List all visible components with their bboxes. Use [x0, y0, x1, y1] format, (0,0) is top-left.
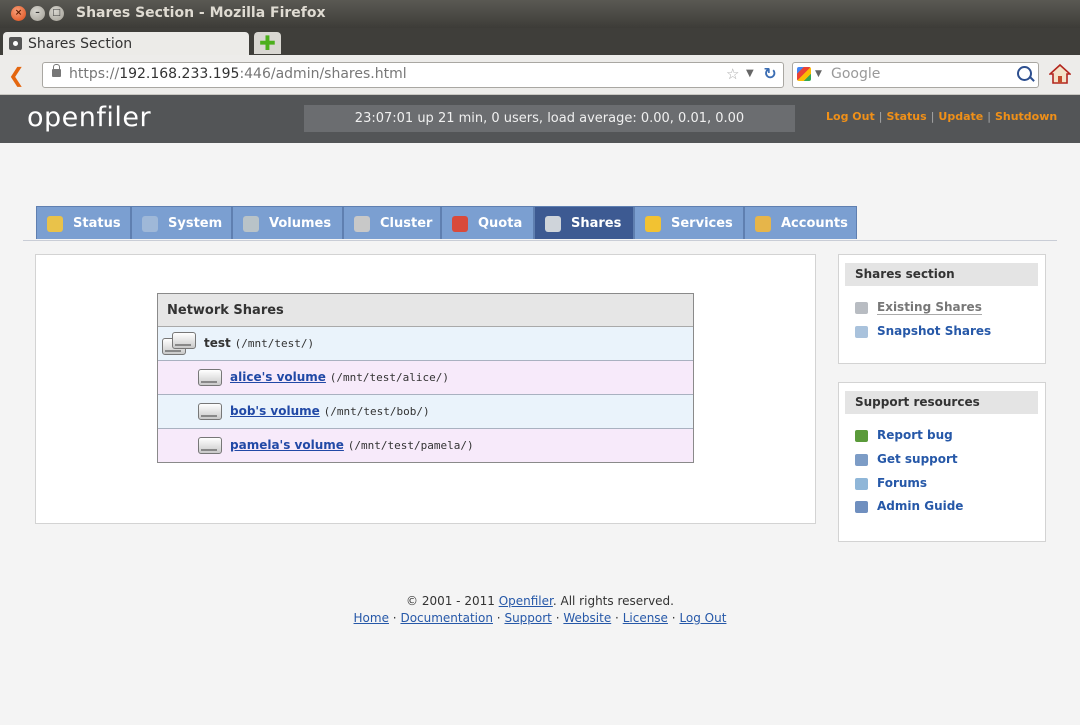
search-engine-dropdown-icon[interactable]: ▼	[815, 69, 822, 79]
window-maximize-button[interactable]: □	[49, 6, 64, 21]
window-titlebar: × – □ Shares Section - Mozilla Firefox	[0, 0, 1080, 28]
bug-icon	[855, 430, 868, 442]
existing-shares-icon	[855, 302, 868, 314]
app-header: openfiler 23:07:01 up 21 min, 0 users, l…	[0, 95, 1080, 143]
cluster-icon	[354, 216, 370, 232]
footer-website-link[interactable]: Website	[563, 611, 611, 625]
tab-accounts[interactable]: Accounts	[744, 206, 857, 239]
share-folder-icon-back	[172, 332, 196, 349]
url-bar[interactable]: https://192.168.233.195:446/admin/shares…	[42, 62, 784, 88]
tab-volumes[interactable]: Volumes	[232, 206, 343, 239]
volume-path: (/mnt/test/bob/)	[323, 405, 430, 418]
status-icon	[47, 216, 63, 232]
url-text[interactable]: https://192.168.233.195:446/admin/shares…	[69, 66, 407, 82]
volumes-icon	[243, 216, 259, 232]
network-shares-heading: Network Shares	[158, 294, 693, 327]
content-panel: Network Shares test (/mnt/test/) alice's…	[35, 254, 816, 524]
reload-icon[interactable]: ↻	[761, 65, 779, 83]
tab-system[interactable]: System	[131, 206, 232, 239]
search-input[interactable]: Google	[831, 66, 880, 82]
footer-home-link[interactable]: Home	[354, 611, 389, 625]
footer-support-link[interactable]: Support	[504, 611, 551, 625]
footer-license-link[interactable]: License	[623, 611, 668, 625]
volume-path: (/mnt/test/pamela/)	[347, 439, 474, 452]
shares-section-box: Shares section Existing Shares Snapshot …	[838, 254, 1046, 364]
services-icon	[645, 216, 661, 232]
volume-link[interactable]: alice's volume	[230, 370, 326, 384]
volume-link[interactable]: bob's volume	[230, 404, 320, 418]
share-volume-row: alice's volume (/mnt/test/alice/)	[158, 361, 693, 395]
window-close-button[interactable]: ×	[11, 6, 26, 21]
uptime-status: 23:07:01 up 21 min, 0 users, load averag…	[304, 105, 795, 132]
tab-services[interactable]: Services	[634, 206, 744, 239]
volume-link[interactable]: pamela's volume	[230, 438, 344, 452]
back-button[interactable]: ❮	[8, 63, 25, 87]
snapshot-shares-icon	[855, 326, 868, 338]
footer-documentation-link[interactable]: Documentation	[400, 611, 493, 625]
support-resources-box: Support resources Report bug Get support…	[838, 382, 1046, 542]
shares-section-heading: Shares section	[845, 263, 1038, 286]
copyright-line: © 2001 - 2011 Openfiler. All rights rese…	[406, 594, 674, 608]
volume-disk-icon	[198, 369, 222, 386]
share-volume-row: bob's volume (/mnt/test/bob/)	[158, 395, 693, 429]
forums-icon	[855, 478, 868, 490]
logout-link[interactable]: Log Out	[826, 110, 875, 123]
support-resources-heading: Support resources	[845, 391, 1038, 414]
url-dropdown-icon[interactable]: ▼	[746, 68, 754, 79]
network-shares-table: Network Shares test (/mnt/test/) alice's…	[157, 293, 694, 463]
shares-icon	[545, 216, 561, 232]
browser-tab-strip: Shares Section ✚	[0, 28, 1080, 55]
search-icon[interactable]	[1017, 66, 1032, 81]
openfiler-logo[interactable]: openfiler	[27, 102, 151, 133]
openfiler-link[interactable]: Openfiler	[499, 594, 553, 608]
volume-disk-icon	[198, 437, 222, 454]
page-footer: © 2001 - 2011 Openfiler. All rights rese…	[0, 594, 1080, 625]
bookmark-star-icon[interactable]: ☆	[726, 65, 739, 83]
support-icon	[855, 454, 868, 466]
share-root-row: test (/mnt/test/)	[158, 327, 693, 361]
browser-tab-label: Shares Section	[28, 36, 133, 52]
browser-tab[interactable]: Shares Section	[3, 32, 249, 55]
footer-links: Home · Documentation · Support · Website…	[353, 611, 727, 625]
tab-status[interactable]: Status	[36, 206, 131, 239]
lock-icon	[52, 64, 61, 77]
volume-disk-icon	[198, 403, 222, 420]
footer-logout-link[interactable]: Log Out	[679, 611, 726, 625]
search-box[interactable]: ▼ Google	[792, 62, 1039, 88]
header-links: Log Out | Status | Update | Shutdown	[826, 110, 1058, 123]
status-link[interactable]: Status	[886, 110, 926, 123]
google-icon[interactable]	[797, 67, 811, 81]
tab-quota[interactable]: Quota	[441, 206, 534, 239]
update-link[interactable]: Update	[938, 110, 983, 123]
home-icon[interactable]	[1049, 63, 1071, 85]
volume-path: (/mnt/test/alice/)	[329, 371, 449, 384]
share-root-path: (/mnt/test/)	[234, 337, 315, 350]
window-title: Shares Section - Mozilla Firefox	[76, 5, 326, 21]
shutdown-link[interactable]: Shutdown	[995, 110, 1057, 123]
system-icon	[142, 216, 158, 232]
browser-nav-bar: ❮ https://192.168.233.195:446/admin/shar…	[0, 55, 1080, 95]
tab-divider	[23, 240, 1057, 241]
accounts-icon	[755, 216, 771, 232]
window-minimize-button[interactable]: –	[30, 6, 45, 21]
page-favicon-icon	[9, 37, 22, 50]
tab-cluster[interactable]: Cluster	[343, 206, 441, 239]
tab-shares[interactable]: Shares	[534, 206, 634, 239]
new-tab-button[interactable]: ✚	[254, 32, 281, 54]
share-volume-row: pamela's volume (/mnt/test/pamela/)	[158, 429, 693, 462]
share-root-name: test	[204, 336, 231, 350]
book-icon	[855, 501, 868, 513]
quota-icon	[452, 216, 468, 232]
